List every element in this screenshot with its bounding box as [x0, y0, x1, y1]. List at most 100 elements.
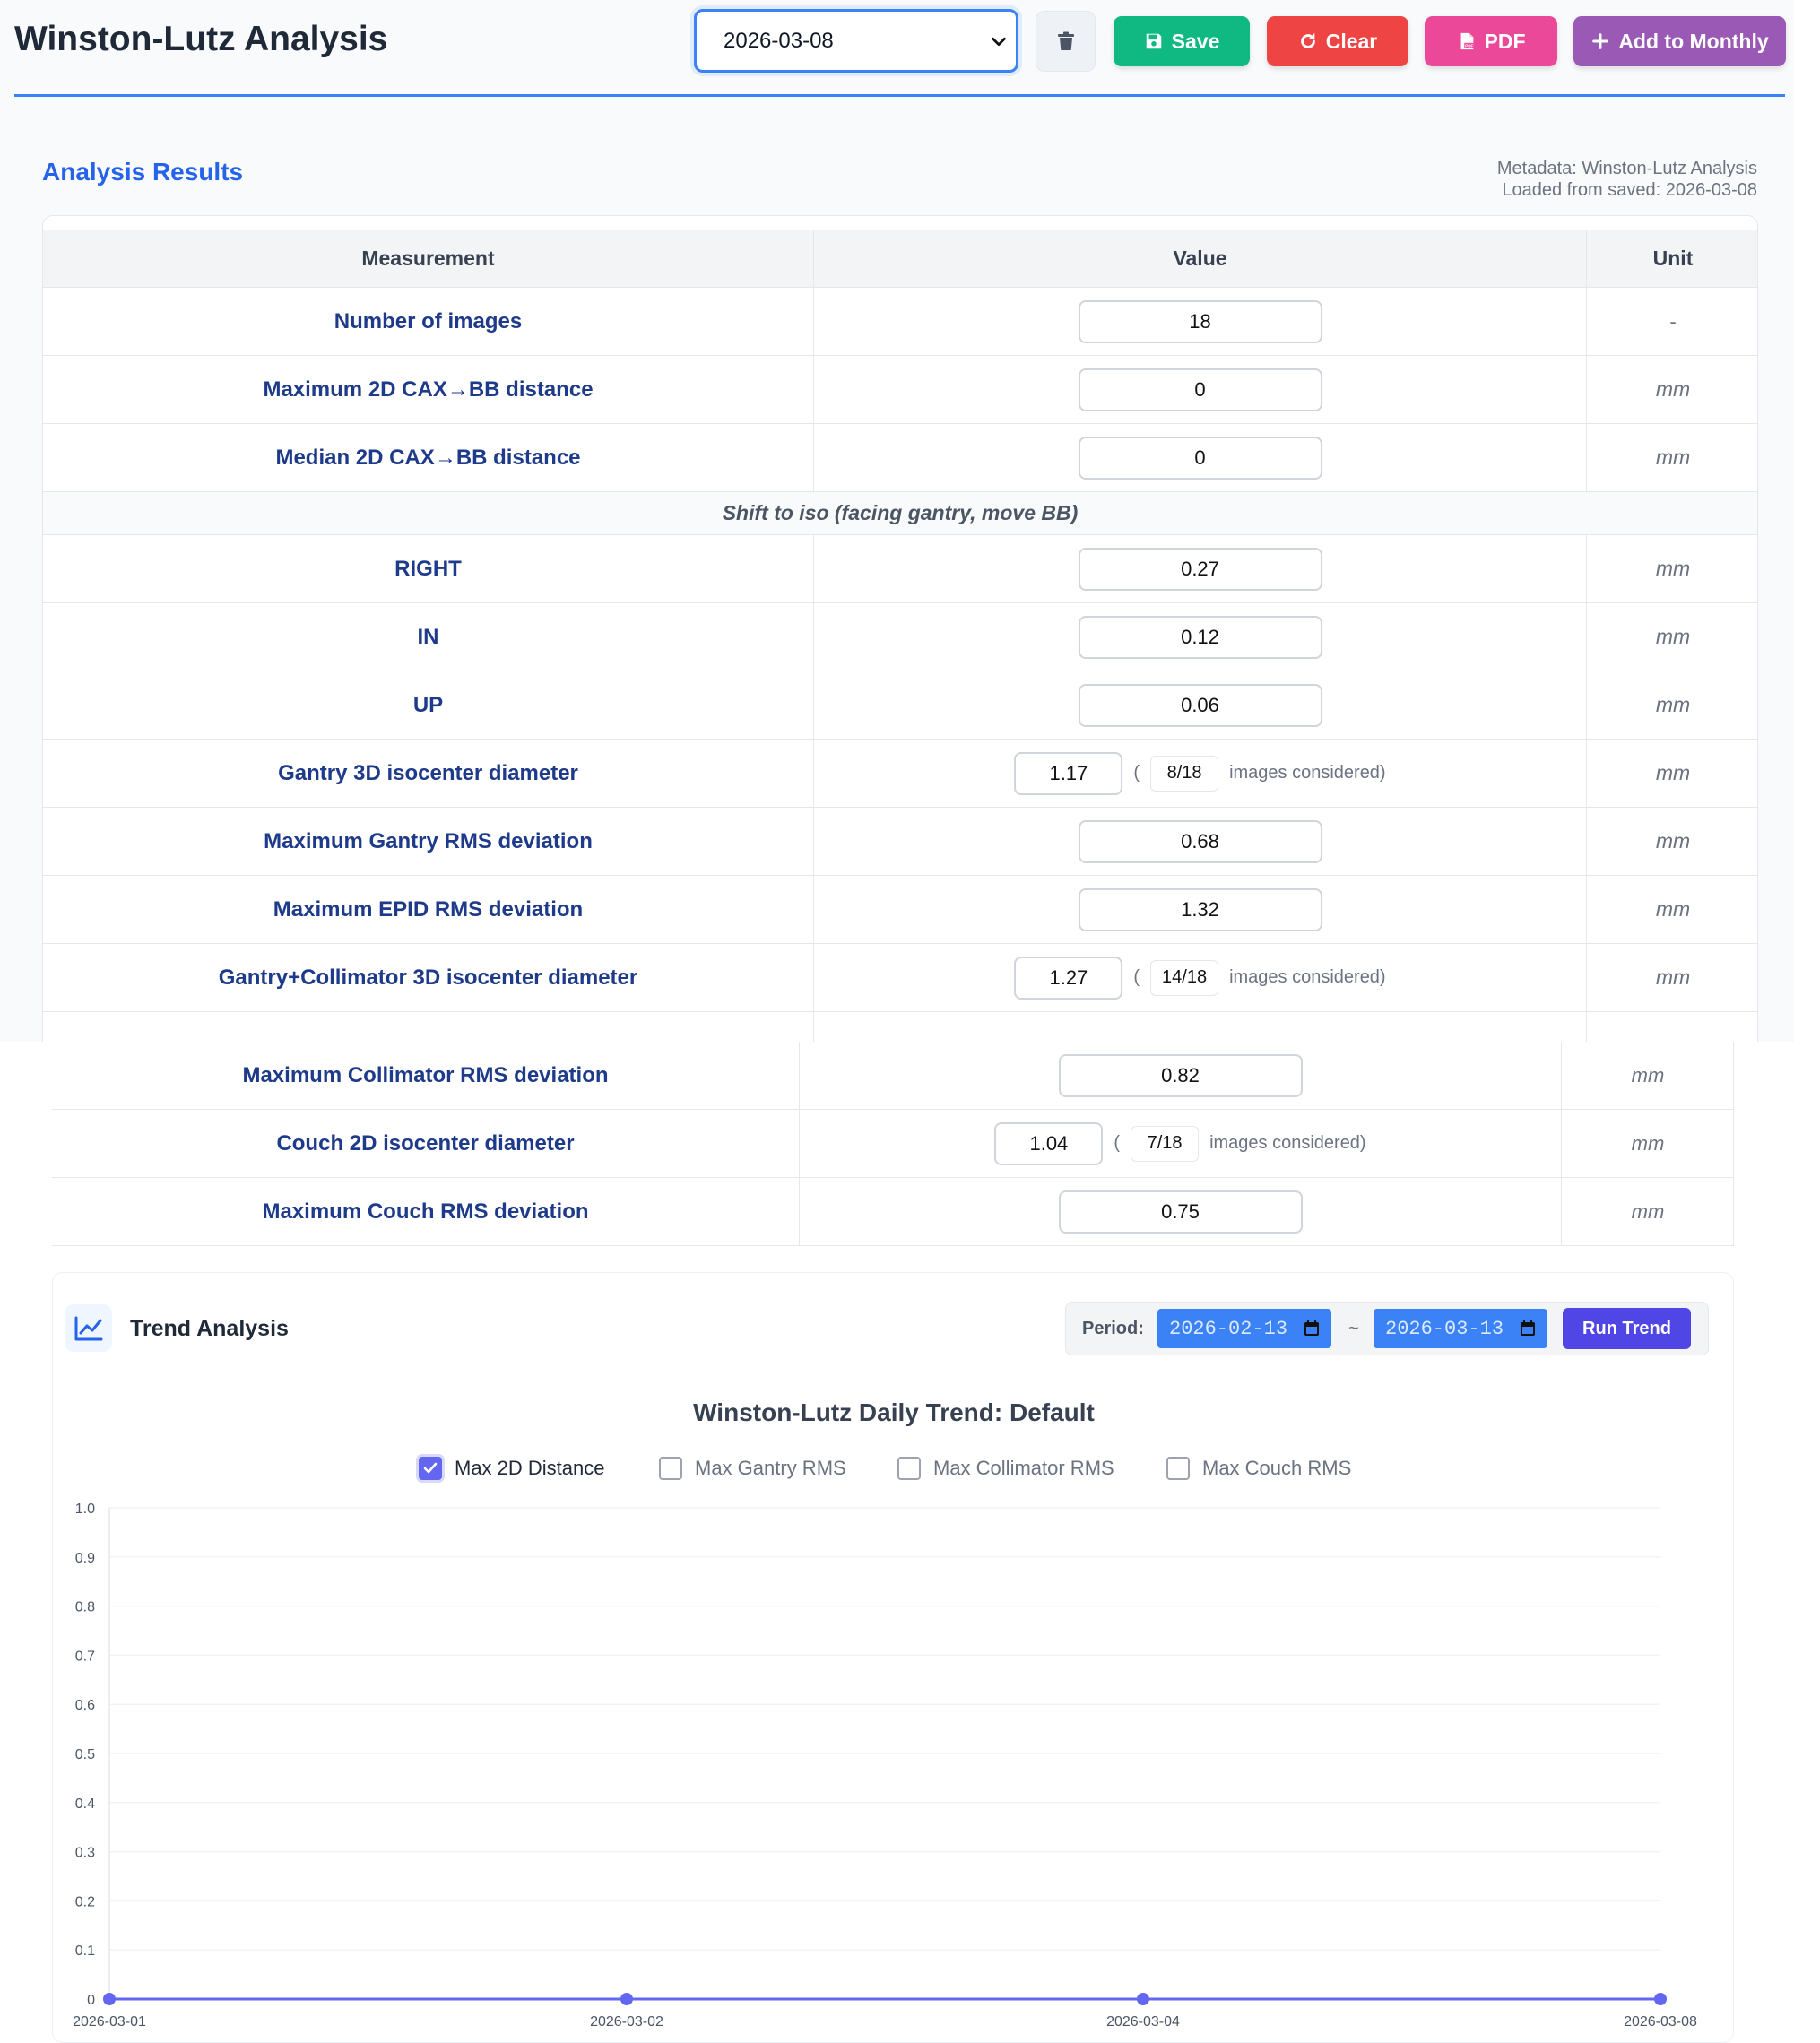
value-input[interactable]: 0.06 — [1078, 683, 1322, 727]
page-header: Winston-Lutz Analysis 2026-03-08 Save Cl… — [0, 0, 1794, 99]
measurement-label: Gantry 3D isocenter diameter — [278, 760, 578, 785]
unit-label: mm — [1655, 761, 1691, 784]
unit-label: mm — [1631, 1131, 1665, 1155]
unit-label: mm — [1631, 1199, 1665, 1223]
measurement-label: Couch 2D isocenter diameter — [276, 1130, 575, 1156]
data-point — [103, 1993, 116, 2005]
add-to-monthly-button[interactable]: Add to Monthly — [1573, 16, 1786, 66]
unit-label: - — [1669, 309, 1677, 333]
table-row: Median 2D CAX→BB distance 0 mm — [43, 424, 1757, 492]
value-input[interactable]: 0.75 — [1058, 1190, 1303, 1234]
value-input[interactable]: 1.17 — [1014, 751, 1123, 795]
loaded-from-line: Loaded from saved: 2026-03-08 — [1502, 180, 1757, 200]
value-input[interactable]: 0 — [1078, 436, 1322, 480]
y-tick-label: 0.3 — [75, 1846, 95, 1861]
images-count-input[interactable]: 8/18 — [1150, 755, 1219, 792]
saved-date-value: 2026-03-08 — [724, 28, 834, 53]
table-row: Gantry+Collimator 3D isocenter diameter … — [43, 944, 1757, 1012]
measurement-label: Maximum 2D CAX→BB distance — [263, 377, 594, 402]
header-divider — [14, 94, 1785, 97]
unit-label: mm — [1655, 829, 1691, 853]
value-input[interactable]: 18 — [1078, 299, 1322, 343]
unit-label: mm — [1655, 897, 1691, 921]
table-row: Couch 2D isocenter diameter 1.04 ( 7/18 … — [52, 1110, 1733, 1178]
section-label: Shift to iso (facing gantry, move BB) — [722, 501, 1079, 524]
value-input[interactable]: 0.68 — [1078, 819, 1322, 863]
value-with-count: 1.04 ( 7/18 images considered) — [994, 1121, 1366, 1165]
images-count-input[interactable]: 14/18 — [1150, 959, 1219, 996]
y-tick-label: 0.1 — [75, 1943, 95, 1959]
y-tick-label: 0.5 — [75, 1747, 95, 1762]
trend-line-chart: 0 0.1 0.2 0.3 0.4 0.5 0.6 0.7 0.8 0.9 1.0 2026-03-0… — [73, 1502, 1697, 2030]
results-table-continued: Maximum Collimator RMS deviation 0.82 mm… — [52, 1042, 1734, 1246]
y-tick-label: 0.2 — [75, 1894, 95, 1909]
measurement-label: Maximum EPID RMS deviation — [273, 896, 584, 922]
measurement-label: IN — [417, 624, 439, 649]
measurement-label: UP — [412, 692, 444, 717]
value-input[interactable]: 0.27 — [1078, 547, 1322, 591]
x-tick-label: 2026-03-08 — [1624, 2014, 1697, 2030]
rotate-icon — [1300, 32, 1315, 48]
metadata-line: Metadata: Winston-Lutz Analysis — [1496, 159, 1757, 178]
data-point — [1654, 1993, 1667, 2005]
unit-label: mm — [1655, 625, 1691, 648]
table-row: Maximum Collimator RMS deviation 0.82 mm — [52, 1042, 1733, 1110]
page-title: Winston-Lutz Analysis — [14, 20, 388, 58]
measurement-label: Gantry+Collimator 3D isocenter diameter — [218, 965, 638, 990]
table-row: IN 0.12 mm — [43, 603, 1757, 671]
x-tick-label: 2026-03-01 — [73, 2014, 146, 2030]
measurement-label: Maximum Collimator RMS deviation — [242, 1062, 609, 1087]
images-considered-text: images considered) — [1209, 1133, 1366, 1153]
y-tick-label: 0.4 — [75, 1796, 95, 1812]
measurement-label: RIGHT — [394, 556, 462, 581]
unit-label: mm — [1655, 377, 1691, 401]
table-row: Maximum 2D CAX→BB distance 0 mm — [43, 356, 1757, 424]
metadata-info: Metadata: Winston-Lutz Analysis Loaded f… — [1497, 158, 1757, 201]
delete-saved-button[interactable] — [1036, 11, 1096, 72]
results-table: Measurement Value Unit Number of images … — [42, 215, 1758, 1069]
y-tick-label: 0 — [87, 1993, 95, 2008]
value-input[interactable]: 0 — [1078, 368, 1322, 411]
images-considered-text: images considered) — [1229, 967, 1386, 987]
svg-text:PDF: PDF — [1465, 43, 1473, 48]
column-header-unit: Unit — [1652, 247, 1694, 270]
measurement-label: Number of images — [334, 308, 523, 333]
measurement-label: Median 2D CAX→BB distance — [275, 445, 581, 470]
clear-button[interactable]: Clear — [1267, 16, 1408, 66]
unit-label: mm — [1655, 446, 1691, 469]
floppy-disk-icon — [1146, 33, 1161, 49]
value-with-count: 1.27 ( 14/18 images considered) — [1014, 956, 1386, 1000]
measurement-label: Maximum Gantry RMS deviation — [264, 828, 593, 853]
data-point — [1137, 1993, 1149, 2005]
value-input[interactable]: 0.12 — [1078, 615, 1322, 659]
y-tick-label: 0.7 — [75, 1649, 95, 1664]
x-tick-label: 2026-03-02 — [590, 2014, 663, 2030]
unit-label: mm — [1631, 1063, 1665, 1086]
analysis-panel-top: Winston-Lutz Analysis 2026-03-08 Save Cl… — [0, 0, 1794, 1069]
y-tick-label: 0.9 — [75, 1551, 95, 1566]
table-row: Maximum Gantry RMS deviation 0.68 mm — [43, 808, 1757, 876]
value-input[interactable]: 1.27 — [1014, 956, 1123, 1000]
column-header-measurement: Measurement — [361, 247, 495, 270]
value-input[interactable]: 1.32 — [1078, 887, 1322, 931]
save-button[interactable]: Save — [1114, 16, 1250, 66]
unit-label: mm — [1655, 557, 1691, 580]
pdf-button[interactable]: PDF PDF — [1425, 16, 1557, 66]
pdf-file-icon: PDF — [1460, 32, 1473, 50]
saved-date-select[interactable]: 2026-03-08 — [694, 9, 1018, 73]
images-considered-text: images considered) — [1229, 763, 1386, 783]
images-count-input[interactable]: 7/18 — [1131, 1125, 1200, 1162]
plus-icon — [1592, 33, 1609, 49]
value-input[interactable]: 1.04 — [994, 1121, 1104, 1165]
unit-label: mm — [1655, 965, 1691, 989]
table-row: RIGHT 0.27 mm — [43, 535, 1757, 603]
column-header-value: Value — [1173, 247, 1227, 270]
value-input[interactable]: 0.82 — [1058, 1053, 1303, 1097]
table-row: Gantry 3D isocenter diameter 1.17 ( 8/18… — [43, 740, 1757, 808]
table-header-row: Measurement Value Unit — [43, 230, 1757, 288]
y-tick-label: 0.6 — [75, 1698, 95, 1713]
analysis-results-title: Analysis Results — [42, 158, 244, 186]
section-header-shift: Shift to iso (facing gantry, move BB) — [43, 492, 1757, 535]
value-with-count: 1.17 ( 8/18 images considered) — [1014, 751, 1386, 795]
table-row: Maximum EPID RMS deviation 1.32 mm — [43, 876, 1757, 944]
